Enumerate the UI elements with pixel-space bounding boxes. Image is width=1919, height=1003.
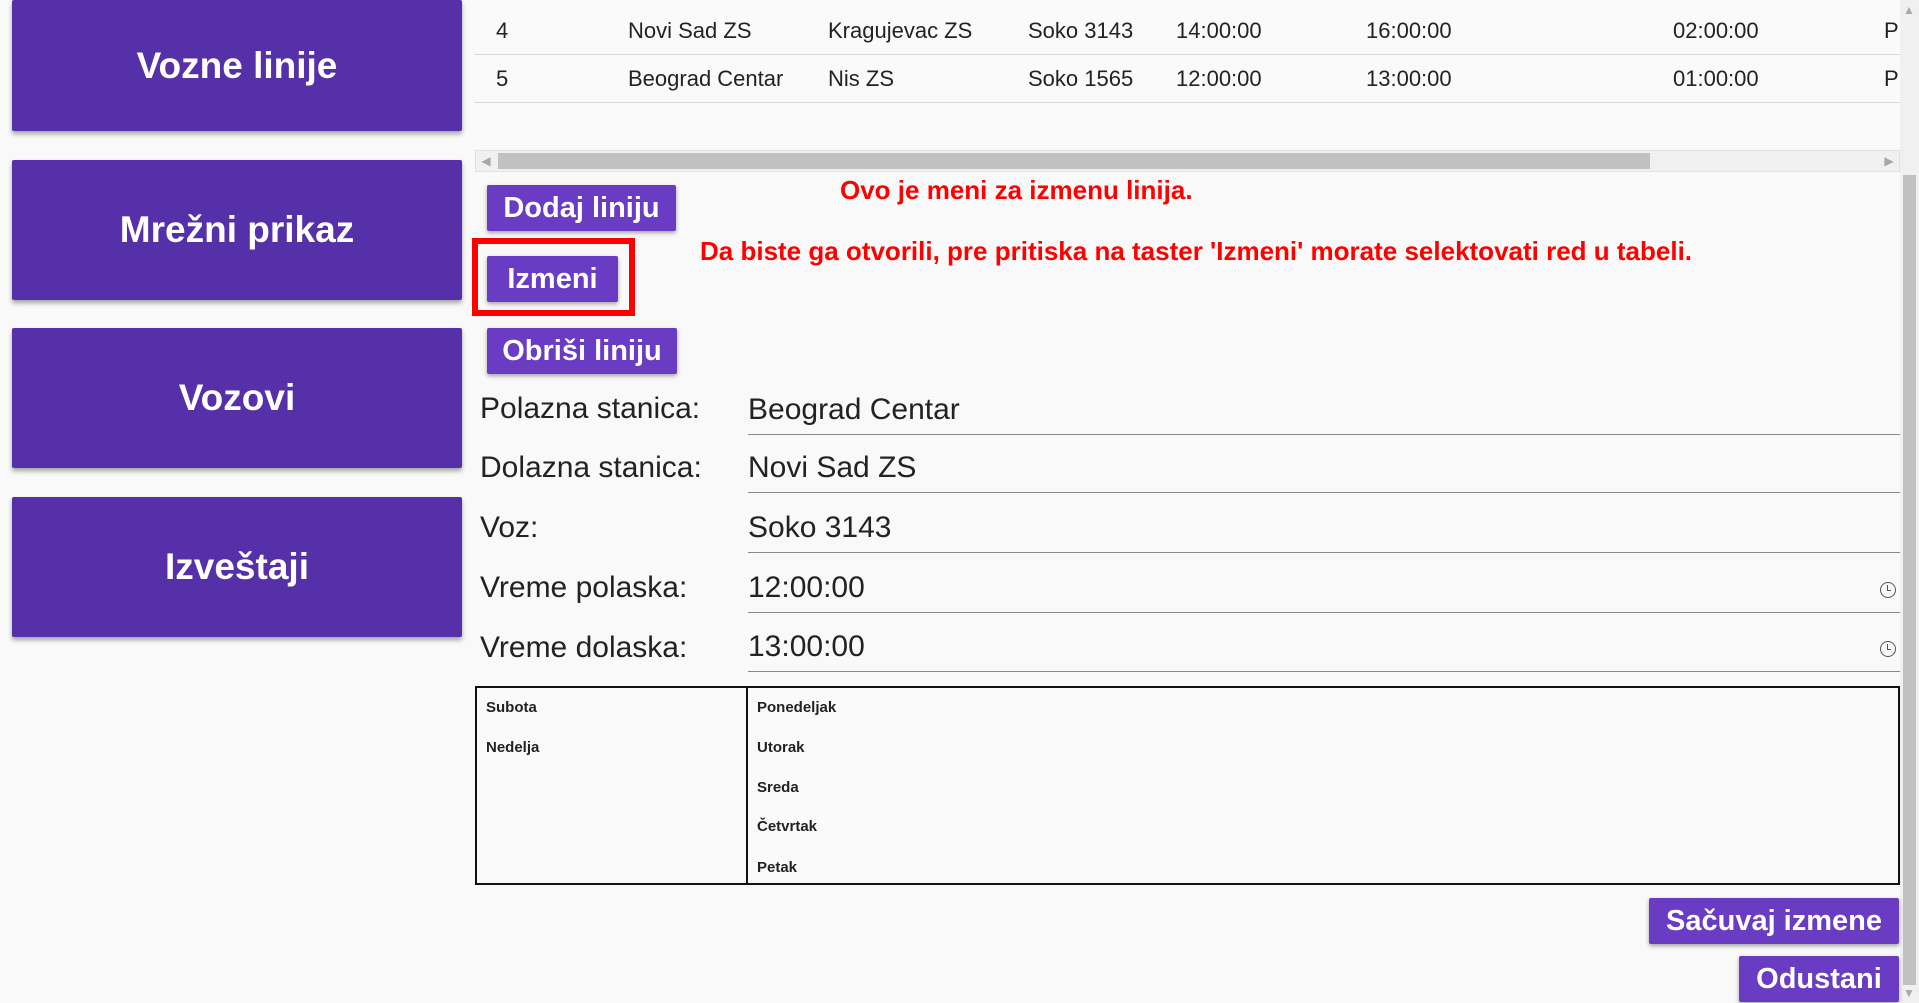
arrival-time-label: Vreme dolaska: (480, 631, 688, 664)
selected-days-list[interactable]: Ponedeljak Utorak Sreda Četvrtak Petak (746, 686, 1900, 885)
nav-vozne-linije[interactable]: Vozne linije (12, 0, 462, 131)
cell-from: Novi Sad ZS (628, 18, 752, 43)
arrival-station-field[interactable] (748, 443, 1900, 493)
nav-label: Vozovi (178, 377, 296, 418)
lines-table: 4 Novi Sad ZS Kragujevac ZS Soko 3143 14… (475, 0, 1900, 174)
vertical-scroll-thumb[interactable] (1903, 175, 1916, 985)
train-field[interactable] (748, 503, 1900, 553)
list-item[interactable]: Subota (486, 699, 537, 716)
horizontal-scroll-thumb[interactable] (498, 153, 1650, 169)
save-changes-label: Sačuvaj izmene (1666, 904, 1882, 937)
scroll-up-icon[interactable]: ▲ (1900, 0, 1918, 20)
arrival-time-field[interactable] (748, 622, 1900, 672)
app-root: Vozne linije Mrežni prikaz Vozovi Izvešt… (0, 0, 1919, 1003)
cell-from: Beograd Centar (628, 66, 784, 91)
cancel-button[interactable]: Odustani (1739, 956, 1899, 1002)
delete-line-label: Obriši liniju (502, 334, 662, 367)
cell-duration: 01:00:00 (1673, 66, 1759, 91)
table-row[interactable]: 4 Novi Sad ZS Kragujevac ZS Soko 3143 14… (475, 7, 1900, 55)
cell-train: Soko 1565 (1028, 66, 1134, 91)
cell-id: 4 (496, 18, 509, 43)
list-item[interactable]: Utorak (757, 739, 805, 756)
delete-line-button[interactable]: Obriši liniju (487, 328, 677, 374)
nav-label: Mrežni prikaz (119, 209, 355, 250)
horizontal-scrollbar[interactable]: ◀ ▶ (475, 150, 1900, 172)
cell-to: Nis ZS (828, 66, 894, 91)
nav-vozovi[interactable]: Vozovi (12, 328, 462, 468)
list-item[interactable]: Sreda (757, 779, 799, 796)
available-days-list[interactable]: Subota Nedelja (475, 686, 748, 885)
add-line-label: Dodaj liniju (503, 191, 660, 224)
list-item[interactable]: Petak (757, 859, 797, 876)
cell-to: Kragujevac ZS (828, 18, 973, 43)
departure-station-field[interactable] (748, 385, 1900, 435)
departure-time-field[interactable] (748, 563, 1900, 613)
cell-arrival: 16:00:00 (1366, 18, 1452, 43)
save-changes-button[interactable]: Sačuvaj izmene (1649, 898, 1899, 944)
train-label: Voz: (480, 511, 539, 544)
clock-icon[interactable] (1880, 582, 1896, 598)
instruction-note-detail: Da biste ga otvorili, pre pritiska na ta… (700, 236, 1693, 266)
vertical-scrollbar[interactable]: ▲ ▼ (1900, 0, 1919, 1003)
scroll-right-icon[interactable]: ▶ (1880, 151, 1898, 171)
list-item[interactable]: Četvrtak (757, 818, 817, 835)
list-item[interactable]: Nedelja (486, 739, 539, 756)
list-item[interactable]: Ponedeljak (757, 699, 836, 716)
nav-mrezni-prikaz[interactable]: Mrežni prikaz (12, 160, 462, 300)
scroll-left-icon[interactable]: ◀ (477, 151, 495, 171)
cell-departure: 12:00:00 (1176, 66, 1262, 91)
nav-label: Vozne linije (136, 44, 338, 86)
instruction-note-title: Ovo je meni za izmenu linija. (840, 175, 1193, 205)
cell-id: 5 (496, 66, 509, 91)
add-line-button[interactable]: Dodaj liniju (487, 185, 676, 231)
cell-train: Soko 3143 (1028, 18, 1134, 43)
nav-label: Izveštaji (165, 546, 309, 587)
cell-duration: 02:00:00 (1673, 18, 1759, 43)
cell-extra: P (1884, 66, 1899, 91)
edit-button[interactable]: Izmeni (487, 256, 618, 302)
arrival-station-label: Dolazna stanica: (480, 451, 702, 484)
cell-extra: P (1884, 18, 1899, 43)
clock-icon[interactable] (1880, 641, 1896, 657)
edit-label: Izmeni (507, 262, 598, 295)
scroll-down-icon[interactable]: ▼ (1900, 983, 1918, 1003)
cancel-label: Odustani (1756, 962, 1882, 995)
table-row[interactable]: 5 Beograd Centar Nis ZS Soko 1565 12:00:… (475, 55, 1900, 103)
departure-station-label: Polazna stanica: (480, 392, 701, 425)
departure-time-label: Vreme polaska: (480, 571, 688, 604)
cell-departure: 14:00:00 (1176, 18, 1262, 43)
cell-arrival: 13:00:00 (1366, 66, 1452, 91)
nav-izvestaji[interactable]: Izveštaji (12, 497, 462, 637)
